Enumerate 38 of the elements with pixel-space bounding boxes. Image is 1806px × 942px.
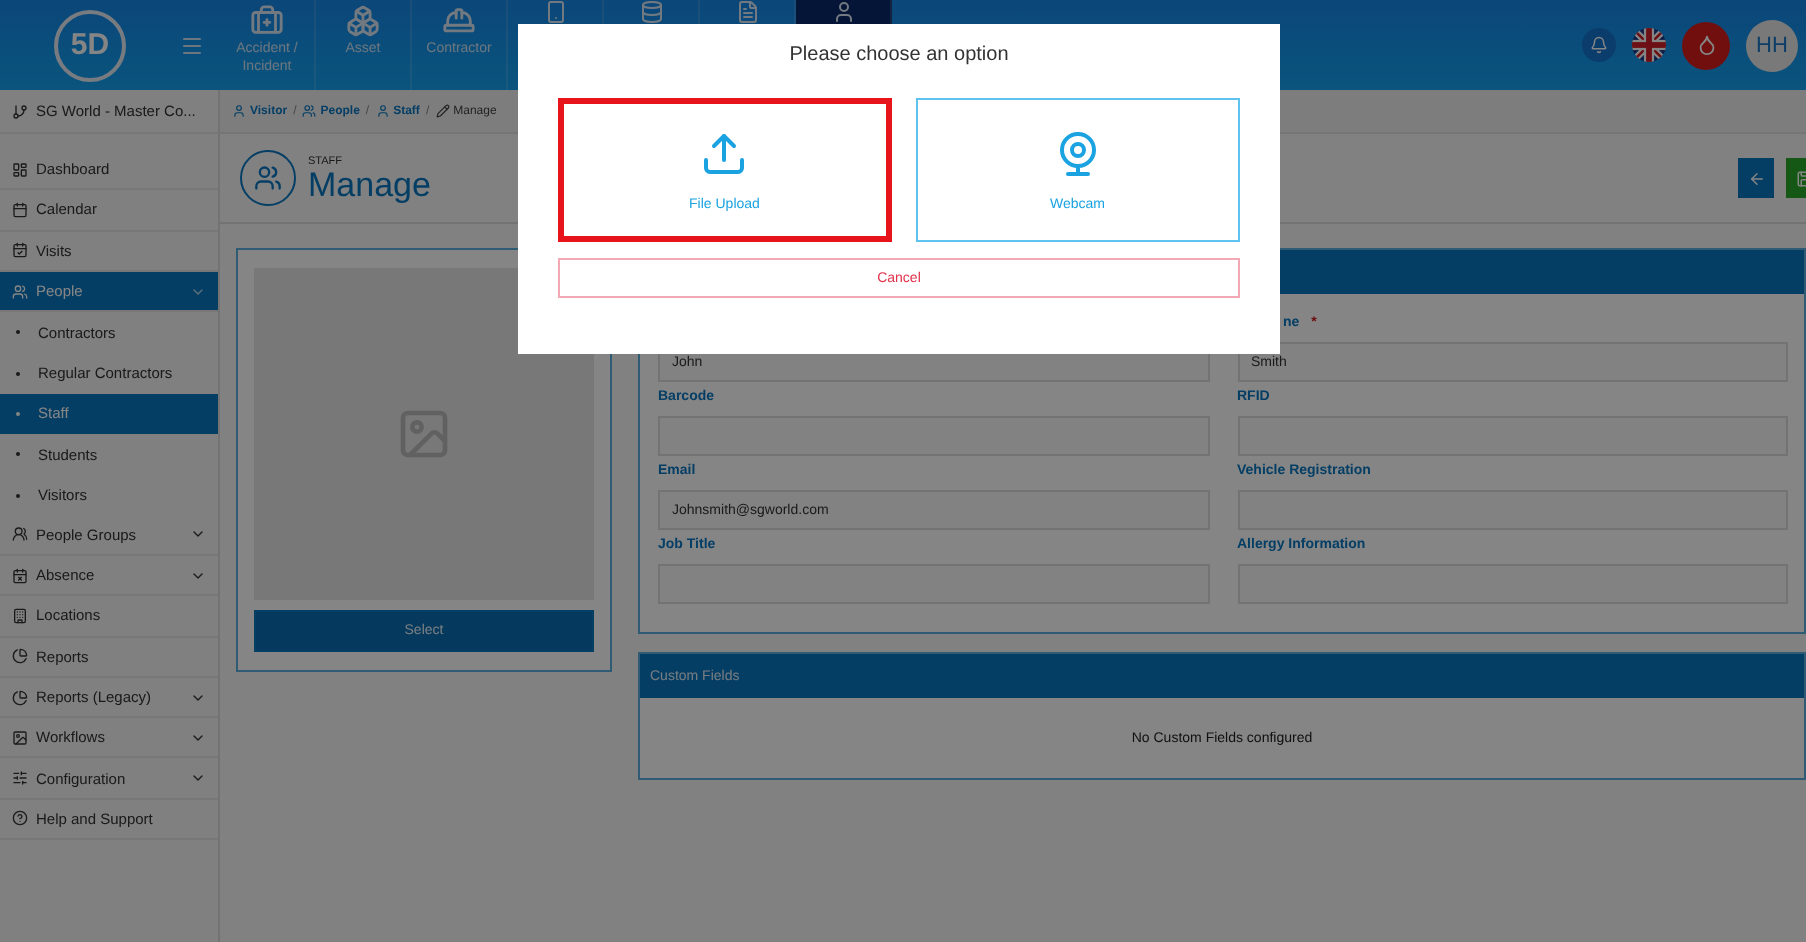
upload-icon (700, 129, 749, 177)
nav-icon (250, 4, 284, 38)
menu-item-icon (12, 810, 28, 827)
nav-icon (442, 4, 476, 38)
person-icon (375, 104, 390, 118)
menu-item-icon (12, 161, 28, 178)
arrow-left-icon (1747, 169, 1765, 187)
pencil-icon (435, 104, 450, 118)
nav-icon (543, 0, 567, 24)
user-avatar[interactable]: HH (1746, 19, 1798, 71)
menu-item-icon (12, 770, 28, 787)
dialog-title: Please choose an option (789, 44, 1009, 66)
menu-item-icon (12, 648, 28, 665)
person-icon (232, 104, 246, 118)
menu-item-icon (12, 729, 28, 746)
back-button[interactable] (1738, 158, 1774, 198)
nav-icon (735, 0, 759, 24)
logo[interactable]: 5D (54, 9, 126, 81)
menu-item-icon (12, 201, 28, 218)
menu-item-icon (12, 689, 28, 705)
people-icon (240, 150, 296, 206)
drop-icon (1695, 34, 1717, 56)
flag-icon[interactable] (1632, 28, 1666, 62)
menu-item-icon (12, 607, 28, 624)
menu-item-icon (12, 567, 28, 584)
people-icon (302, 104, 317, 118)
bell-icon (1590, 36, 1608, 54)
menu-item-icon (12, 283, 28, 300)
page-title: Manage (308, 167, 431, 201)
branch-icon (12, 103, 28, 119)
nav-icon (831, 0, 855, 24)
menu-item-icon (12, 526, 28, 543)
nav-icon (346, 4, 380, 38)
notification-button[interactable] (1582, 28, 1616, 62)
menu-icon[interactable] (180, 33, 204, 57)
nav-icon (639, 0, 663, 24)
menu-item-icon (12, 242, 28, 259)
alert-button[interactable] (1682, 21, 1730, 69)
